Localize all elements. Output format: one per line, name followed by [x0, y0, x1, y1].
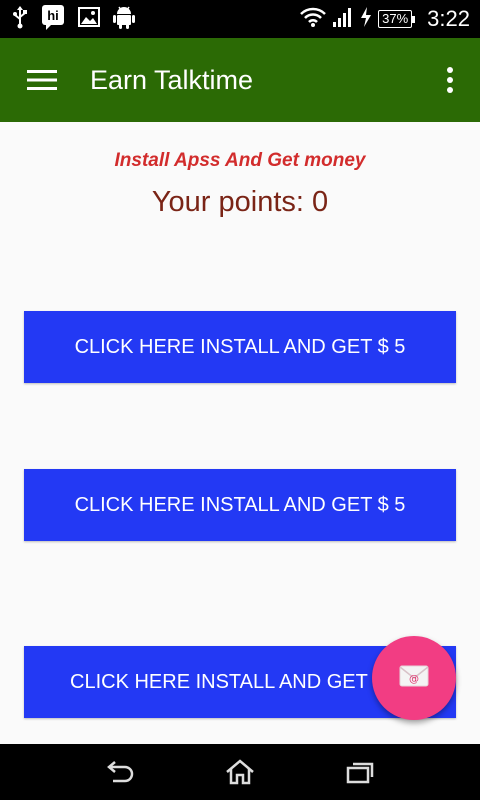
svg-text:@: @	[409, 674, 419, 685]
back-icon[interactable]	[90, 752, 150, 792]
navigation-bar	[0, 744, 480, 800]
install-offer-button-2[interactable]: CLICK HERE INSTALL AND GET $ 5	[24, 469, 456, 541]
points-display: Your points: 0	[151, 186, 329, 218]
tagline: Install Apss And Get money	[114, 150, 366, 171]
email-icon: @	[399, 665, 429, 692]
hi-app-icon: hi	[41, 4, 65, 35]
image-icon	[78, 6, 100, 32]
app-bar: Earn Talktime	[0, 38, 480, 122]
svg-text:hi: hi	[47, 8, 59, 23]
battery-icon: 37%	[378, 10, 416, 28]
signal-icon	[332, 6, 354, 33]
email-fab-button[interactable]: @	[372, 636, 456, 720]
status-bar: hi 37% 3:22	[0, 0, 480, 38]
hamburger-menu-icon[interactable]	[22, 64, 62, 96]
app-screen: hi 37% 3:22 Earn Talktime Install Apss A…	[0, 0, 480, 800]
more-vertical-icon[interactable]	[438, 64, 462, 96]
android-icon	[113, 5, 135, 34]
home-icon[interactable]	[210, 752, 270, 792]
battery-level: 37%	[378, 10, 413, 28]
recent-apps-icon[interactable]	[330, 752, 390, 792]
notification-icons: hi	[12, 0, 135, 38]
install-offer-button-1[interactable]: CLICK HERE INSTALL AND GET $ 5	[24, 311, 456, 383]
app-title: Earn Talktime	[90, 65, 254, 95]
wifi-icon	[300, 6, 327, 33]
charging-icon	[360, 6, 372, 33]
usb-icon	[12, 5, 28, 34]
status-time: 3:22	[427, 6, 470, 31]
system-icons: 37% 3:22	[300, 0, 470, 38]
